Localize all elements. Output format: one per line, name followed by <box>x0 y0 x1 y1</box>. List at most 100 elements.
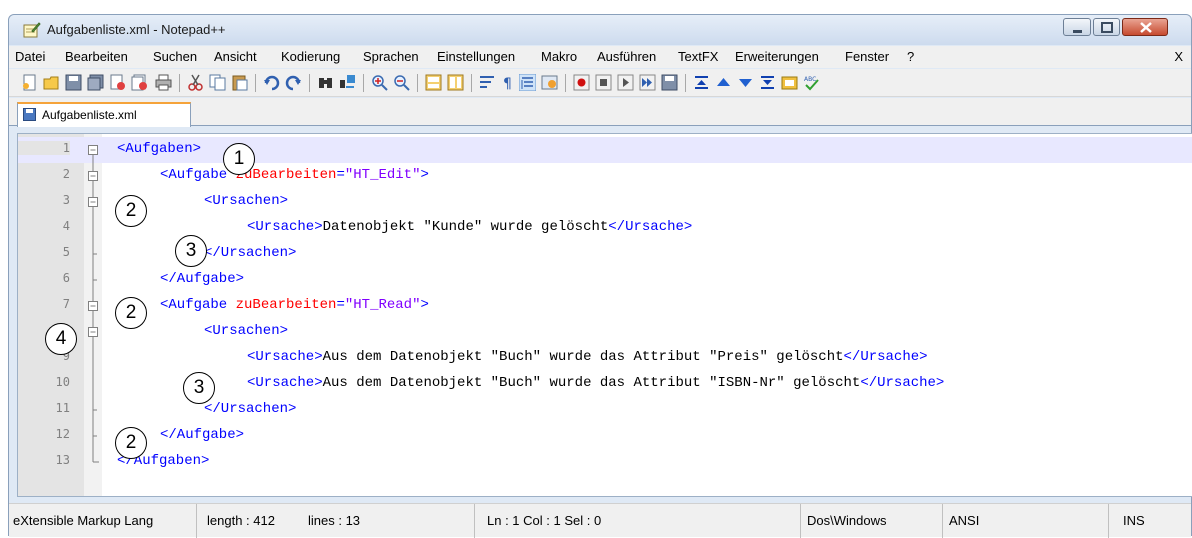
xml-text: Aus dem Datenobjekt "Buch" wurde das Att… <box>322 375 861 391</box>
xml-tag: </Aufgabe> <box>160 271 245 287</box>
menu-datei[interactable]: Datei <box>15 49 45 64</box>
copy-icon[interactable] <box>209 74 226 91</box>
menu-makro[interactable]: Makro <box>541 49 577 64</box>
toolbar-separator <box>363 74 364 92</box>
xml-equals: = <box>336 297 345 313</box>
line-number: 4 <box>62 219 70 233</box>
print-icon[interactable] <box>155 74 172 91</box>
menu-fenster[interactable]: Fenster <box>845 49 889 64</box>
toolbar-separator <box>255 74 256 92</box>
line-number: 1 <box>18 141 70 155</box>
code-text: <Aufgabe zuBearbeiten="HT_Edit"> <box>160 167 429 183</box>
menu-ansicht[interactable]: Ansicht <box>214 49 257 64</box>
code-text: </Aufgabe> <box>160 271 244 287</box>
save-icon[interactable] <box>65 74 82 91</box>
callout-marker: 3 <box>175 235 207 267</box>
xml-tag: <Ursache> <box>247 349 323 365</box>
xml-tag: > <box>420 167 429 183</box>
callout-marker: 4 <box>45 323 77 355</box>
callout-marker: 2 <box>115 427 147 459</box>
status-bar: eXtensible Markup Lang length : 412 line… <box>9 503 1191 538</box>
menu-einstellungen[interactable]: Einstellungen <box>437 49 515 64</box>
tab-aufgabenliste[interactable]: Aufgabenliste.xml <box>17 102 191 127</box>
xml-tag: </Ursachen> <box>204 245 297 261</box>
redo-icon[interactable] <box>285 74 302 91</box>
expand-icon[interactable] <box>759 74 776 91</box>
minimize-button[interactable] <box>1063 18 1091 36</box>
find-icon[interactable] <box>317 74 334 91</box>
xml-tag: <Aufgabe <box>160 297 236 313</box>
indent-guide-icon[interactable] <box>519 74 536 91</box>
xml-tag: </Aufgabe> <box>160 427 245 443</box>
show-all-chars-icon[interactable]: ¶ <box>499 74 516 91</box>
up-arrow-icon[interactable] <box>715 74 732 91</box>
code-text: <Ursache>Aus dem Datenobjekt "Buch" wurd… <box>247 375 944 391</box>
sync-horizontal-icon[interactable] <box>447 74 464 91</box>
record-macro-icon[interactable] <box>573 74 590 91</box>
close-file-icon[interactable] <box>109 74 126 91</box>
run-macro-multiple-icon[interactable] <box>639 74 656 91</box>
zoom-in-icon[interactable] <box>371 74 388 91</box>
xml-tag: <Ursache> <box>247 375 323 391</box>
zoom-out-icon[interactable] <box>393 74 410 91</box>
spellcheck-icon[interactable]: ABC <box>803 74 820 91</box>
svg-text:¶: ¶ <box>503 76 512 91</box>
title-bar[interactable]: Aufgabenliste.xml - Notepad++ <box>9 15 1191 45</box>
code-line: 13 </Aufgaben> <box>18 449 1192 475</box>
menu-kodierung[interactable]: Kodierung <box>281 49 340 64</box>
word-wrap-icon[interactable] <box>479 74 496 91</box>
line-number: 6 <box>62 271 70 285</box>
save-all-icon[interactable] <box>87 74 104 91</box>
toolbar-separator <box>417 74 418 92</box>
callout-marker: 2 <box>115 195 147 227</box>
save-macro-icon[interactable] <box>661 74 678 91</box>
open-file-icon[interactable] <box>43 74 60 91</box>
close-window-button[interactable] <box>1122 18 1168 36</box>
code-text: <Aufgabe zuBearbeiten="HT_Read"> <box>160 297 429 313</box>
menu-ausfuehren[interactable]: Ausführen <box>597 49 656 64</box>
xml-tag: </Ursache> <box>608 219 693 235</box>
menu-erweiterungen[interactable]: Erweiterungen <box>735 49 819 64</box>
sync-vertical-icon[interactable] <box>425 74 442 91</box>
menu-help[interactable]: ? <box>907 49 914 64</box>
toolbar: ¶ ABC <box>9 69 1191 97</box>
callout-marker: 3 <box>183 372 215 404</box>
new-file-icon[interactable] <box>21 74 38 91</box>
status-position: Ln : 1 Col : 1 Sel : 0 <box>479 504 801 538</box>
close-all-icon[interactable] <box>131 74 148 91</box>
maximize-button[interactable] <box>1093 18 1120 36</box>
line-number: 2 <box>62 167 70 181</box>
close-document-x[interactable]: X <box>1174 49 1183 64</box>
menu-suchen[interactable]: Suchen <box>153 49 197 64</box>
cut-icon[interactable] <box>187 74 204 91</box>
menu-bearbeiten[interactable]: Bearbeiten <box>65 49 128 64</box>
down-arrow-icon[interactable] <box>737 74 754 91</box>
doc-map-icon[interactable] <box>781 74 798 91</box>
status-language: eXtensible Markup Lang <box>9 504 197 538</box>
paste-icon[interactable] <box>231 74 248 91</box>
play-macro-icon[interactable] <box>617 74 634 91</box>
undo-icon[interactable] <box>263 74 280 91</box>
code-text: <Ursache>Aus dem Datenobjekt "Buch" wurd… <box>247 349 928 365</box>
tab-bar: Aufgabenliste.xml <box>9 98 1191 127</box>
line-number: 7 <box>62 297 70 311</box>
user-define-icon[interactable] <box>541 74 558 91</box>
line-number: 13 <box>55 453 70 467</box>
xml-value: "HT_Edit" <box>344 167 421 183</box>
toolbar-separator <box>685 74 686 92</box>
toolbar-separator <box>471 74 472 92</box>
menu-sprachen[interactable]: Sprachen <box>363 49 419 64</box>
tab-label: Aufgabenliste.xml <box>42 108 137 122</box>
notepad-app-icon <box>23 22 41 38</box>
code-text: <Ursachen> <box>204 193 288 209</box>
collapse-icon[interactable] <box>693 74 710 91</box>
xml-equals: = <box>336 167 345 183</box>
svg-text:ABC: ABC <box>804 76 816 83</box>
replace-icon[interactable] <box>339 74 356 91</box>
xml-tag: <Aufgabe <box>160 167 236 183</box>
code-text: </Aufgabe> <box>160 427 244 443</box>
code-text: </Ursachen> <box>204 401 296 417</box>
code-editor[interactable]: 1 <Aufgaben> 2 <Aufgabe zuBearbeiten="HT… <box>17 133 1192 497</box>
menu-textfx[interactable]: TextFX <box>678 49 718 64</box>
stop-macro-icon[interactable] <box>595 74 612 91</box>
